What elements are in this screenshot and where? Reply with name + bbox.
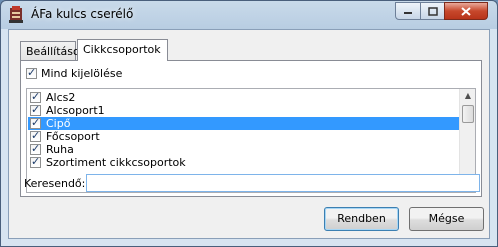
maximize-icon bbox=[427, 6, 438, 16]
list-item[interactable]: Főcsoport bbox=[28, 129, 460, 143]
list-item[interactable]: Alcs2 bbox=[28, 90, 460, 104]
list-item-label: Szortiment cikkcsoportok bbox=[46, 156, 186, 169]
window-title: ÁFa kulcs cserélő bbox=[31, 7, 134, 21]
list-item[interactable]: Alcsoport1 bbox=[28, 103, 460, 117]
list-item-label: Cipő bbox=[46, 117, 71, 130]
title-bar[interactable]: ÁFa kulcs cserélő bbox=[1, 1, 497, 29]
scroll-up-icon[interactable]: ▲ bbox=[462, 90, 474, 102]
search-label: Keresendő: bbox=[24, 177, 86, 190]
list-item-label: Ruha bbox=[46, 143, 74, 156]
close-button[interactable] bbox=[444, 2, 488, 20]
checkbox-icon[interactable] bbox=[30, 129, 41, 142]
search-input[interactable] bbox=[86, 174, 480, 192]
checkbox-icon[interactable] bbox=[26, 66, 37, 79]
list-item-label: Alcsoport1 bbox=[46, 104, 105, 117]
select-all-checkbox[interactable]: Mind kijelölése bbox=[26, 66, 123, 80]
list-item-label: Alcs2 bbox=[46, 91, 76, 104]
cancel-button[interactable]: Mégse bbox=[409, 207, 484, 231]
checkbox-icon[interactable] bbox=[30, 155, 41, 168]
close-icon bbox=[461, 6, 471, 16]
list-item[interactable]: Cipő bbox=[28, 116, 460, 130]
tab-settings[interactable]: Beállítások bbox=[20, 41, 86, 60]
list-item[interactable]: Ruha bbox=[28, 142, 460, 156]
select-all-label: Mind kijelölése bbox=[41, 67, 123, 80]
checkbox-icon[interactable] bbox=[30, 103, 41, 116]
tab-label: Cikkcsoportok bbox=[83, 43, 161, 56]
dialog-body: Beállítások Cikkcsoportok Mind kijelölés… bbox=[8, 29, 490, 239]
list-item[interactable]: Szortiment cikkcsoportok bbox=[28, 155, 460, 169]
checkbox-icon[interactable] bbox=[30, 142, 41, 155]
minimize-button[interactable] bbox=[395, 2, 421, 20]
maximize-button[interactable] bbox=[420, 2, 445, 20]
checkbox-icon[interactable] bbox=[30, 116, 41, 129]
ok-button[interactable]: Rendben bbox=[324, 207, 399, 231]
app-icon bbox=[9, 6, 23, 23]
scrollbar-thumb[interactable] bbox=[462, 105, 474, 123]
dialog-window: ÁFa kulcs cserélő Beállítások Cikkcsopor… bbox=[0, 0, 498, 247]
minimize-icon bbox=[404, 12, 412, 14]
checkbox-icon[interactable] bbox=[30, 90, 41, 103]
list-item-label: Főcsoport bbox=[46, 130, 100, 143]
tab-categories[interactable]: Cikkcsoportok bbox=[77, 39, 168, 61]
